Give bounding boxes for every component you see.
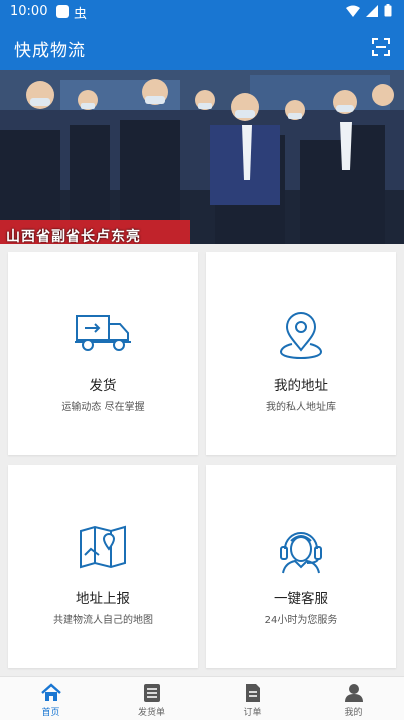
- banner-photo: [0, 70, 404, 244]
- card-title: 地址上报: [76, 591, 130, 607]
- wifi-icon: [346, 5, 360, 17]
- tab-profile[interactable]: 我的: [303, 677, 404, 720]
- customer-service-card[interactable]: 一键客服 24小时为您服务: [206, 465, 396, 668]
- card-subtitle: 我的私人地址库: [266, 402, 336, 413]
- scan-icon[interactable]: [372, 38, 390, 56]
- banner-carousel[interactable]: 山西省副省长卢东亮: [0, 70, 404, 244]
- tab-label: 首页: [41, 708, 60, 718]
- list-icon: [143, 684, 160, 702]
- tab-label: 我的: [344, 708, 363, 718]
- page-title: 快成物流: [14, 41, 86, 61]
- notification-square-icon: [56, 5, 69, 18]
- tab-label: 发货单: [137, 708, 165, 718]
- feature-grid: 发货 运输动态 尽在掌握 我的地址 我的私人地址库 地址上报 共建物流人自己的地…: [0, 244, 404, 676]
- customer-service-icon: [280, 532, 322, 574]
- status-icons: [346, 4, 392, 17]
- banner-caption: 山西省副省长卢东亮: [6, 229, 141, 244]
- truck-icon: [75, 315, 131, 351]
- address-report-card[interactable]: 地址上报 共建物流人自己的地图: [8, 465, 198, 668]
- map-icon: [80, 525, 126, 569]
- document-icon: [245, 684, 260, 702]
- tab-orders[interactable]: 订单: [202, 677, 303, 720]
- card-subtitle: 运输动态 尽在掌握: [61, 402, 145, 413]
- home-icon: [40, 683, 61, 701]
- bug-notification-icon: 虫: [74, 7, 88, 22]
- card-subtitle: 共建物流人自己的地图: [53, 615, 153, 626]
- ship-card[interactable]: 发货 运输动态 尽在掌握: [8, 252, 198, 455]
- tab-waybill[interactable]: 发货单: [101, 677, 202, 720]
- card-title: 我的地址: [274, 378, 328, 394]
- status-time: 10:00: [10, 4, 48, 19]
- location-pin-icon: [279, 312, 323, 360]
- my-address-card[interactable]: 我的地址 我的私人地址库: [206, 252, 396, 455]
- bottom-tab-bar: 首页 发货单 订单 我的: [0, 676, 404, 720]
- signal-icon: [366, 4, 378, 17]
- app-bar: 快成物流: [0, 24, 404, 70]
- user-icon: [344, 684, 363, 702]
- card-title: 一键客服: [274, 591, 328, 607]
- tab-label: 订单: [243, 708, 262, 718]
- status-bar: 10:00 虫: [0, 0, 404, 24]
- card-title: 发货: [89, 378, 117, 394]
- tab-home[interactable]: 首页: [0, 677, 101, 720]
- battery-icon: [384, 4, 392, 17]
- card-subtitle: 24小时为您服务: [264, 615, 338, 626]
